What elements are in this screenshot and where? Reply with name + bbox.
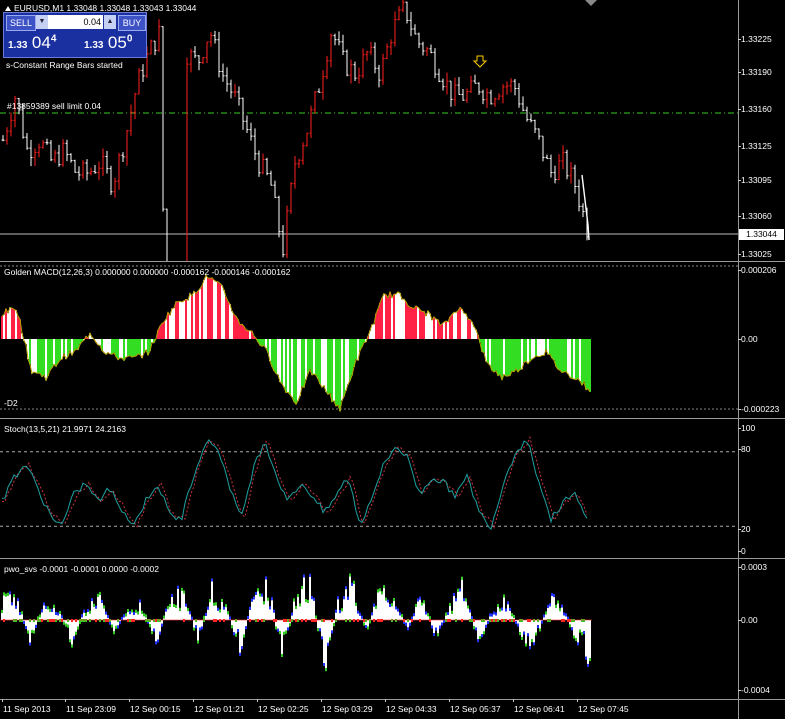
price-scale-label: 1.33125	[741, 141, 772, 151]
time-axis-tick	[321, 699, 322, 702]
lot-increase-icon[interactable]: ▲	[104, 15, 116, 29]
scale-tick	[738, 146, 741, 147]
scale-tick	[738, 449, 741, 450]
scale-tick	[738, 428, 741, 429]
time-axis-label: 12 Sep 00:15	[130, 704, 181, 714]
bid-big-digits: 04	[31, 33, 51, 52]
time-axis-label: 11 Sep 23:09	[66, 704, 116, 714]
time-axis-label: 12 Sep 04:33	[386, 704, 437, 714]
scale-tick	[738, 339, 741, 340]
scale-tick	[738, 270, 741, 271]
scale-tick	[738, 409, 741, 410]
pane-separator[interactable]	[0, 558, 785, 559]
time-axis-tick	[257, 699, 258, 702]
stoch-label: Stoch(13,5,21) 21.9971 24.2163	[4, 424, 126, 434]
scale-tick	[738, 551, 741, 552]
sell-button[interactable]: SELL	[6, 15, 36, 31]
scale-tick	[738, 567, 741, 568]
price-scale-label: 1.33060	[741, 211, 772, 221]
macd-lower-label: -D2	[4, 398, 18, 408]
price-scale-label: 1.33095	[741, 175, 772, 185]
pwo-scale-label: -0.0004	[741, 685, 770, 695]
bid-price[interactable]: 1.33 044	[8, 33, 72, 55]
ask-prefix: 1.33	[84, 40, 104, 51]
macd-scale-label: 0.00	[741, 334, 758, 344]
time-axis-tick	[513, 699, 514, 702]
macd-pane[interactable]: Golden MACD(12,26,3) 0.000000 0.000000 -…	[0, 262, 738, 418]
time-axis-tick	[193, 699, 194, 702]
current-price-tag: 1.33044	[739, 229, 784, 240]
macd-scale-label: 0.000206	[741, 265, 777, 275]
price-scale-label: 1.33160	[741, 104, 772, 114]
scale-tick	[738, 180, 741, 181]
pane-separator[interactable]	[0, 261, 785, 262]
price-scale-label: 1.33225	[741, 34, 772, 44]
time-axis-label: 12 Sep 05:37	[450, 704, 501, 714]
pwo-scale-label: 0.0003	[741, 562, 767, 572]
time-axis-label: 12 Sep 01:21	[194, 704, 245, 714]
scale-tick	[738, 72, 741, 73]
stoch-chart	[0, 435, 738, 531]
macd-chart	[0, 265, 738, 413]
time-axis-tick	[65, 699, 66, 702]
stoch-scale-label: 80	[741, 444, 751, 454]
ask-fraction: 0	[126, 33, 133, 45]
pane-separator[interactable]	[0, 418, 785, 419]
time-axis-label: 12 Sep 02:25	[258, 704, 309, 714]
stoch-signal-line	[1, 435, 588, 529]
time-axis-label: 11 Sep 2013	[3, 704, 51, 714]
scale-tick	[738, 216, 741, 217]
bid-fraction: 4	[50, 33, 57, 45]
order-label: #13859389 sell limit 0.04	[7, 101, 102, 111]
ea-status-message: s-Constant Range Bars started	[6, 60, 123, 70]
pwo-chart	[0, 573, 592, 672]
bid-prefix: 1.33	[8, 40, 28, 51]
time-axis-tick	[129, 699, 130, 702]
stoch-scale-label: 20	[741, 524, 751, 534]
scale-tick	[738, 690, 741, 691]
ask-big-digits: 05	[107, 33, 127, 52]
time-axis-label: 12 Sep 03:29	[322, 704, 373, 714]
buy-button[interactable]: BUY	[118, 15, 146, 31]
time-axis-label: 12 Sep 06:41	[514, 704, 565, 714]
scale-tick	[738, 109, 741, 110]
pwo-label: pwo_svs -0.0001 -0.0001 0.0000 -0.0002	[4, 564, 160, 574]
chart-shift-marker-icon[interactable]	[585, 0, 597, 6]
stoch-scale-label: 100	[741, 423, 756, 433]
macd-scale-label: -0.000223	[741, 404, 780, 414]
one-click-trading-panel: SELL ▼ 0.04 ▲ BUY 1.33 044 1.33 050	[3, 12, 147, 58]
scale-tick	[738, 620, 741, 621]
price-scale-label: 1.33025	[741, 249, 772, 259]
lot-decrease-icon[interactable]: ▼	[36, 15, 48, 29]
time-axis-border	[0, 699, 785, 700]
stoch-pane[interactable]: Stoch(13,5,21) 21.9971 24.2163	[0, 419, 738, 558]
price-scale-label: 1.33190	[741, 67, 772, 77]
lot-size-input[interactable]: 0.04	[48, 15, 103, 29]
macd-label: Golden MACD(12,26,3) 0.000000 0.000000 -…	[4, 267, 291, 277]
trade-arrow-icon	[472, 55, 488, 68]
scale-tick	[738, 254, 741, 255]
time-axis-label: 12 Sep 07:45	[578, 704, 629, 714]
stoch-scale-label: 0	[741, 546, 746, 556]
time-axis-tick	[385, 699, 386, 702]
symbol-menu-icon[interactable]	[5, 6, 11, 11]
pwo-pane[interactable]: pwo_svs -0.0001 -0.0001 0.0000 -0.0002	[0, 559, 738, 699]
scale-tick	[738, 529, 741, 530]
pwo-scale-label: 0.00	[741, 615, 758, 625]
time-axis-tick	[449, 699, 450, 702]
ask-price[interactable]: 1.33 050	[84, 33, 148, 55]
time-axis-tick	[2, 699, 3, 702]
scale-tick	[738, 39, 741, 40]
time-axis-tick	[577, 699, 578, 702]
